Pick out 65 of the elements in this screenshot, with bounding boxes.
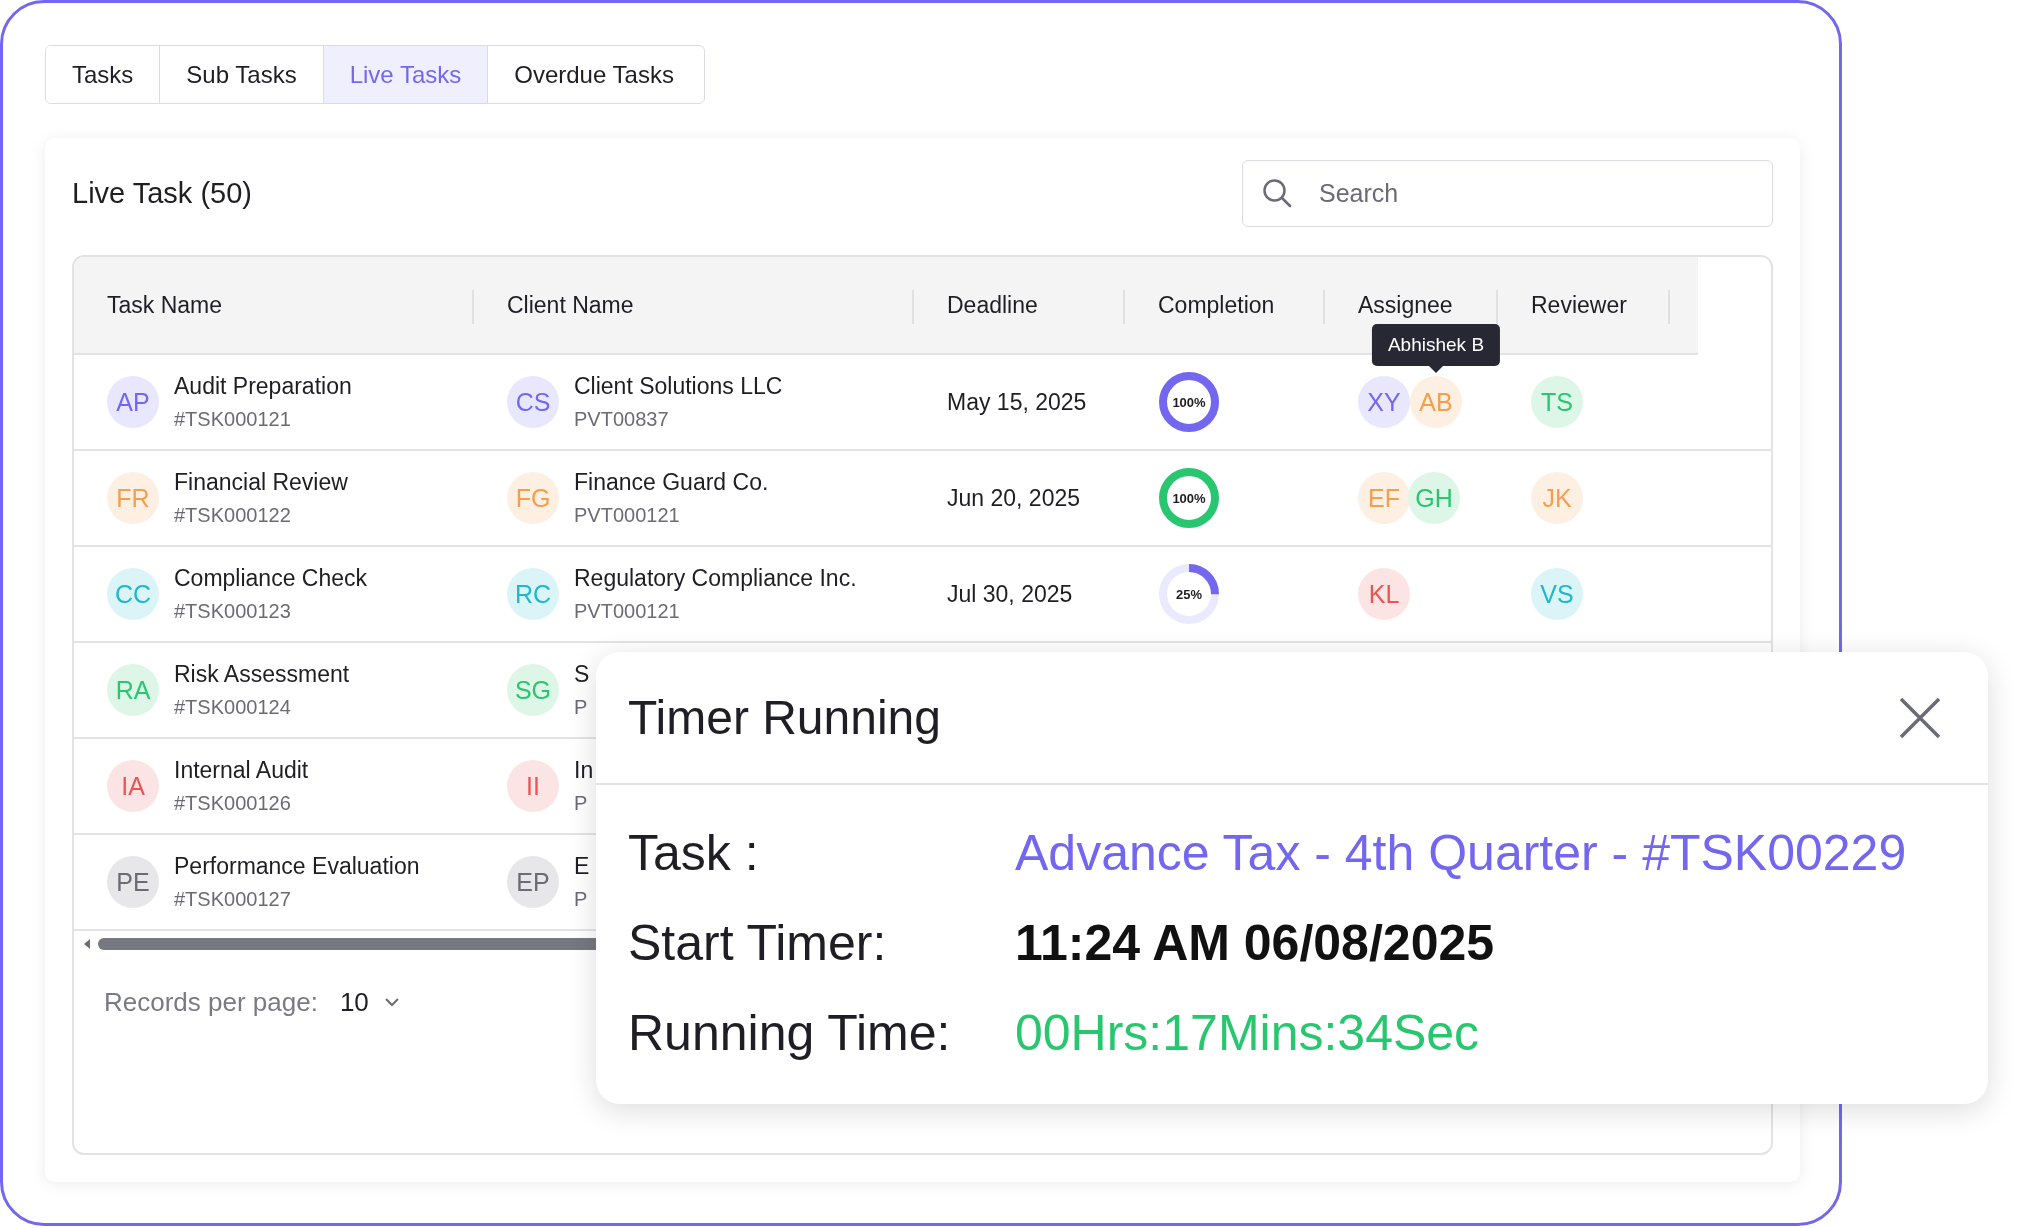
deadline: Jul 30, 2025 (947, 580, 1073, 608)
column-header: Client Name (507, 291, 634, 319)
progress-label: 100% (1172, 491, 1206, 505)
client-id: P (574, 792, 589, 815)
progress-label: 100% (1172, 395, 1206, 409)
avatar: RA (107, 664, 159, 716)
column-header: Completion (1158, 291, 1275, 319)
deadline: Jun 20, 2025 (947, 484, 1080, 512)
avatar: XY (1358, 376, 1410, 428)
avatar: TS (1531, 376, 1583, 428)
client-name: Regulatory Compliance Inc. (574, 565, 857, 592)
column-header: Deadline (947, 291, 1038, 319)
task-id: #TSK000127 (174, 888, 292, 911)
field-label: Task : (628, 824, 760, 882)
avatar: CS (507, 376, 559, 428)
task-name: Performance Evaluation (174, 853, 420, 880)
progress-label: 25% (1176, 587, 1202, 601)
card-title: Live Task (50) (72, 177, 252, 210)
task-id: #TSK000121 (174, 408, 292, 431)
running-time: 00Hrs:17Mins:34Sec (1015, 1004, 1480, 1062)
client-id: PVT000121 (574, 600, 681, 623)
client-name: S (574, 661, 590, 688)
client-id: P (574, 888, 589, 911)
field-label: Start Timer: (628, 914, 888, 972)
deadline: May 15, 2025 (947, 388, 1087, 416)
column-header: Assignee (1358, 291, 1453, 319)
task-name: Compliance Check (174, 565, 368, 592)
avatar: VS (1531, 568, 1583, 620)
client-id: P (574, 696, 589, 719)
tooltip: Abhishek B (1371, 324, 1501, 366)
task-id: #TSK000124 (174, 696, 292, 719)
task-name: Financial Review (174, 469, 348, 496)
client-name: In (574, 757, 594, 784)
column-header: Reviewer (1531, 291, 1627, 319)
task-id: #TSK000123 (174, 600, 292, 623)
client-id: PVT000121 (574, 504, 681, 527)
avatar: II (507, 760, 559, 812)
task-id: #TSK000126 (174, 792, 292, 815)
field-label: Running Time: (628, 1004, 952, 1062)
avatar: CC (107, 568, 159, 620)
avatar: JK (1531, 472, 1583, 524)
client-name: Client Solutions LLC (574, 373, 783, 400)
task-name: Audit Preparation (174, 373, 352, 400)
client-name: E (574, 853, 590, 880)
avatar: FG (507, 472, 559, 524)
task-id: #TSK000122 (174, 504, 292, 527)
avatar: KL (1358, 568, 1410, 620)
task-name: Risk Assessment (174, 661, 350, 688)
avatar: RC (507, 568, 559, 620)
task-name: Internal Audit (174, 757, 309, 784)
avatar: IA (107, 760, 159, 812)
avatar: AB (1410, 376, 1462, 428)
dialog-title: Timer Running (628, 690, 941, 745)
avatar: AP (107, 376, 159, 428)
avatar: EP (507, 856, 559, 908)
avatar: GH (1408, 472, 1460, 524)
client-id: PVT00837 (574, 408, 670, 431)
column-header: Task Name (107, 291, 223, 319)
avatar: FR (107, 472, 159, 524)
client-name: Finance Guard Co. (574, 469, 769, 496)
start-time: 11:24 AM 06/08/2025 (1015, 914, 1495, 972)
avatar: PE (107, 856, 159, 908)
avatar: EF (1358, 472, 1410, 524)
records-per-page-label: Records per page: (104, 987, 318, 1018)
avatar: SG (507, 664, 559, 716)
